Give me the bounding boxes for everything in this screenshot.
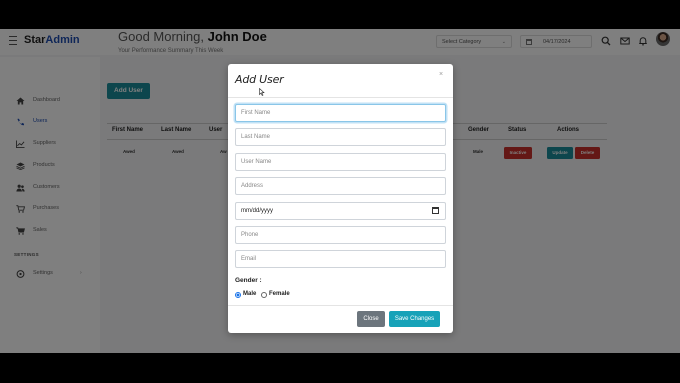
modal-header-divider [228, 97, 453, 98]
modal-footer-divider [228, 305, 453, 306]
first-name-field[interactable]: First Name [235, 104, 446, 122]
close-button[interactable]: Close [357, 311, 385, 327]
video-frame: StarAdmin Good Morning, John Doe Your Pe… [0, 0, 680, 383]
gender-label: Gender : [235, 277, 262, 284]
save-changes-button[interactable]: Save Changes [389, 311, 440, 327]
date-field-value: mm/dd/yyyy [241, 208, 274, 214]
gender-female-radio[interactable] [261, 292, 267, 298]
modal-title: Add User [235, 73, 284, 86]
calendar-icon[interactable] [432, 207, 439, 214]
add-user-modal: Add User × First Name Last Name User Nam… [228, 64, 453, 333]
address-field[interactable]: Address [235, 177, 446, 195]
user-name-field[interactable]: User Name [235, 153, 446, 171]
email-field[interactable]: Email [235, 250, 446, 268]
gender-male-radio[interactable] [235, 292, 241, 298]
close-icon[interactable]: × [439, 71, 443, 78]
phone-field[interactable]: Phone [235, 226, 446, 244]
last-name-field[interactable]: Last Name [235, 128, 446, 146]
mouse-cursor-icon [259, 88, 265, 96]
date-field[interactable]: mm/dd/yyyy [235, 202, 446, 220]
gender-female-label[interactable]: Female [269, 291, 290, 297]
gender-male-label[interactable]: Male [243, 291, 256, 297]
